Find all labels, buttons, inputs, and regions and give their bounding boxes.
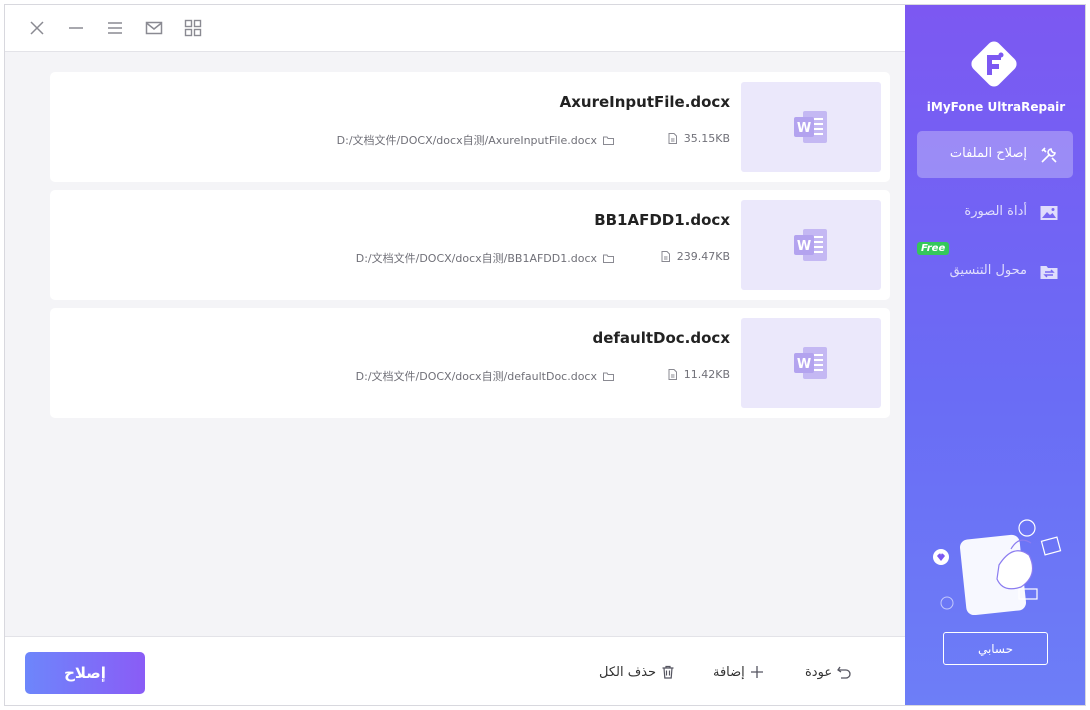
mail-icon[interactable] (144, 18, 164, 38)
title-bar (5, 5, 905, 52)
back-button[interactable]: عودة (805, 664, 852, 680)
file-icon (666, 132, 679, 145)
close-icon[interactable] (27, 18, 47, 38)
add-label: إضافة (713, 664, 745, 680)
file-thumbnail: W (741, 200, 881, 290)
delete-all-label: حذف الكل (599, 664, 657, 680)
sidebar-item-label: إصلاح الملفات (949, 146, 1027, 161)
file-path-text: D:/文档文件/DOCX/docx自测/BB1AFDD1.docx (355, 252, 597, 265)
file-path-text: D:/文档文件/DOCX/docx自测/AxureInputFile.docx (336, 134, 597, 147)
sidebar-item-format-converter[interactable]: Free محول التنسيق (917, 242, 1073, 295)
delete-all-button[interactable]: حذف الكل (599, 664, 676, 680)
undo-icon (836, 664, 852, 680)
account-button[interactable]: حسابي (943, 632, 1048, 665)
file-size-text: 11.42KB (683, 368, 730, 381)
file-path: D:/文档文件/DOCX/docx自测/defaultDoc.docx (356, 368, 615, 384)
file-size-text: 239.47KB (676, 250, 730, 263)
image-icon (1039, 203, 1059, 223)
word-doc-icon: W (791, 107, 831, 147)
file-path: D:/文档文件/DOCX/docx自测/BB1AFDD1.docx (356, 250, 615, 266)
file-card[interactable]: W AxureInputFile.docx 35.15KB D:/文档文件/DO… (50, 72, 890, 182)
app-logo-icon (963, 33, 1025, 95)
svg-text:W: W (797, 357, 811, 372)
add-button[interactable]: إضافة (713, 664, 765, 680)
file-thumbnail: W (741, 318, 881, 408)
grid-icon[interactable] (183, 18, 203, 38)
word-doc-icon: W (791, 225, 831, 265)
file-card[interactable]: W BB1AFDD1.docx 239.47KB D:/文档文件/DOCX/do… (50, 190, 890, 300)
file-icon (659, 250, 672, 263)
sidebar-item-label: أداة الصورة (964, 204, 1027, 219)
file-name: BB1AFDD1.docx (594, 211, 730, 229)
folder-icon[interactable] (602, 252, 615, 265)
folder-convert-icon (1039, 262, 1059, 282)
sidebar-item-file-repair[interactable]: إصلاح الملفات (917, 131, 1073, 178)
plus-icon (749, 664, 765, 680)
svg-text:W: W (797, 121, 811, 136)
file-thumbnail: W (741, 82, 881, 172)
file-path-text: D:/文档文件/DOCX/docx自测/defaultDoc.docx (355, 370, 597, 383)
bottom-action-bar: إصلاح حذف الكل إضافة عودة (5, 636, 905, 705)
file-size-text: 35.15KB (683, 132, 730, 145)
mascot-illustration (927, 515, 1067, 615)
sidebar-item-label: محول التنسيق (949, 263, 1027, 278)
repair-tools-icon (1039, 145, 1059, 165)
file-path: D:/文档文件/DOCX/docx自测/AxureInputFile.docx (337, 132, 615, 148)
file-size: 239.47KB (659, 250, 730, 263)
sidebar: iMyFone UltraRepair إصلاح الملفات أداة ا… (905, 5, 1085, 705)
folder-icon[interactable] (602, 134, 615, 147)
file-name: AxureInputFile.docx (559, 93, 730, 111)
svg-text:W: W (797, 239, 811, 254)
free-badge: Free (917, 242, 950, 255)
file-size: 35.15KB (666, 132, 730, 145)
file-list: W AxureInputFile.docx 35.15KB D:/文档文件/DO… (50, 72, 890, 426)
word-doc-icon: W (791, 343, 831, 383)
back-label: عودة (805, 664, 833, 680)
file-card[interactable]: W defaultDoc.docx 11.42KB D:/文档文件/DOCX/d… (50, 308, 890, 418)
file-size: 11.42KB (666, 368, 730, 381)
file-icon (666, 368, 679, 381)
app-window: W AxureInputFile.docx 35.15KB D:/文档文件/DO… (4, 4, 1086, 706)
menu-icon[interactable] (105, 18, 125, 38)
trash-icon (660, 664, 676, 680)
file-name: defaultDoc.docx (592, 329, 730, 347)
folder-icon[interactable] (602, 370, 615, 383)
repair-button[interactable]: إصلاح (25, 652, 145, 694)
sidebar-item-image-tool[interactable]: أداة الصورة (917, 189, 1073, 236)
minimize-icon[interactable] (66, 18, 86, 38)
brand-name: iMyFone UltraRepair (926, 100, 1066, 114)
